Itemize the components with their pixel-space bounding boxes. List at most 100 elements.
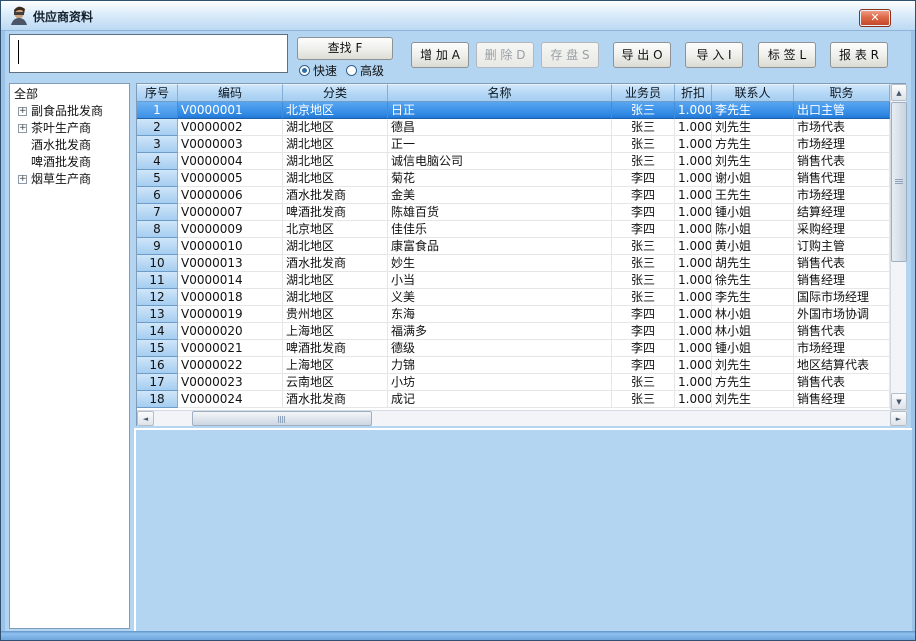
table-cell: 18: [137, 391, 178, 408]
table-row[interactable]: 1V0000001北京地区日正张三1.000李先生出口主管: [137, 102, 890, 119]
table-cell: 李四: [612, 357, 675, 374]
table-row[interactable]: 10V0000013酒水批发商妙生张三1.000胡先生销售代表: [137, 255, 890, 272]
tree-item[interactable]: 酒水批发商: [10, 137, 129, 154]
table-cell: 义美: [388, 289, 612, 306]
table-header: 序号编码分类名称业务员折扣联系人职务: [137, 84, 890, 102]
table-cell: 啤酒批发商: [283, 340, 388, 357]
table-cell: 2: [137, 119, 178, 136]
horizontal-scrollbar[interactable]: ◄ ►: [137, 410, 907, 426]
tree-item[interactable]: 啤酒批发商: [10, 154, 129, 171]
delete-button: 删 除 D: [476, 42, 534, 68]
add-button[interactable]: 增 加 A: [411, 42, 469, 68]
scroll-left-icon[interactable]: ◄: [137, 411, 154, 426]
table-row[interactable]: 6V0000006酒水批发商金美李四1.000王先生市场经理: [137, 187, 890, 204]
table-cell: 销售代表: [794, 323, 890, 340]
table-cell: 小当: [388, 272, 612, 289]
table-cell: 销售经理: [794, 391, 890, 408]
table-cell: 上海地区: [283, 357, 388, 374]
table-cell: 金美: [388, 187, 612, 204]
table-cell: 采购经理: [794, 221, 890, 238]
table-row[interactable]: 4V0000004湖北地区诚信电脑公司张三1.000刘先生销售代表: [137, 153, 890, 170]
column-header[interactable]: 联系人: [712, 84, 794, 102]
table-cell: 刘先生: [712, 119, 794, 136]
table-cell: 锺小姐: [712, 204, 794, 221]
table-row[interactable]: 12V0000018湖北地区义美张三1.000李先生国际市场经理: [137, 289, 890, 306]
tree-item-label: 烟草生产商: [31, 171, 91, 188]
report-button[interactable]: 报 表 R: [830, 42, 888, 68]
horizontal-scroll-thumb[interactable]: [192, 411, 372, 426]
column-header[interactable]: 分类: [283, 84, 388, 102]
vertical-scroll-thumb[interactable]: [891, 102, 907, 262]
table-cell: 市场代表: [794, 119, 890, 136]
expand-plus-icon[interactable]: +: [18, 124, 27, 133]
table-row[interactable]: 2V0000002湖北地区德昌张三1.000刘先生市场代表: [137, 119, 890, 136]
table-cell: V0000024: [178, 391, 283, 408]
tree-root-all[interactable]: 全部: [14, 86, 38, 102]
column-header[interactable]: 名称: [388, 84, 612, 102]
table-cell: 湖北地区: [283, 136, 388, 153]
table-cell: 张三: [612, 391, 675, 408]
label-button[interactable]: 标 签 L: [758, 42, 816, 68]
table-cell: 刘先生: [712, 391, 794, 408]
table-row[interactable]: 3V0000003湖北地区正一张三1.000方先生市场经理: [137, 136, 890, 153]
column-header[interactable]: 序号: [137, 84, 178, 102]
table-cell: 1.000: [675, 357, 712, 374]
table-row[interactable]: 7V0000007啤酒批发商陈雄百货李四1.000锺小姐结算经理: [137, 204, 890, 221]
table-cell: 7: [137, 204, 178, 221]
window-frame-bottom: [1, 631, 916, 640]
table-cell: 林小姐: [712, 323, 794, 340]
table-row[interactable]: 11V0000014湖北地区小当张三1.000徐先生销售经理: [137, 272, 890, 289]
table-cell: 出口主管: [794, 102, 890, 119]
table-cell: 1.000: [675, 255, 712, 272]
search-input[interactable]: [9, 34, 288, 73]
table-cell: V0000023: [178, 374, 283, 391]
tree-item[interactable]: +副食品批发商: [10, 103, 129, 120]
tree-item[interactable]: + 烟草生产商: [10, 171, 129, 188]
table-row[interactable]: 8V0000009北京地区佳佳乐李四1.000陈小姐采购经理: [137, 221, 890, 238]
table-cell: 陈小姐: [712, 221, 794, 238]
export-button[interactable]: 导 出 O: [613, 42, 671, 68]
column-header[interactable]: 业务员: [612, 84, 675, 102]
table-cell: 张三: [612, 374, 675, 391]
table-cell: V0000004: [178, 153, 283, 170]
table-cell: 11: [137, 272, 178, 289]
table-cell: 诚信电脑公司: [388, 153, 612, 170]
table-cell: V0000014: [178, 272, 283, 289]
table-cell: 湖北地区: [283, 289, 388, 306]
import-button[interactable]: 导 入 I: [685, 42, 743, 68]
table-cell: 小坊: [388, 374, 612, 391]
table-cell: 北京地区: [283, 221, 388, 238]
table-row[interactable]: 16V0000022上海地区力锦李四1.000刘先生地区结算代表: [137, 357, 890, 374]
radio-advanced[interactable]: [346, 65, 357, 76]
radio-fast[interactable]: [299, 65, 310, 76]
scroll-right-icon[interactable]: ►: [890, 411, 907, 426]
table-cell: 酒水批发商: [283, 187, 388, 204]
table-row[interactable]: 14V0000020上海地区福满多李四1.000林小姐销售代表: [137, 323, 890, 340]
table-cell: 锺小姐: [712, 340, 794, 357]
close-button[interactable]: ✕: [859, 9, 891, 27]
table-row[interactable]: 18V0000024酒水批发商成记张三1.000刘先生销售经理: [137, 391, 890, 408]
tree-item[interactable]: +茶叶生产商: [10, 120, 129, 137]
vertical-scrollbar[interactable]: ▲ ▼: [890, 84, 906, 410]
table-cell: V0000003: [178, 136, 283, 153]
table-cell: 市场经理: [794, 340, 890, 357]
expand-plus-icon[interactable]: +: [18, 107, 27, 116]
table-cell: 销售代表: [794, 255, 890, 272]
column-header[interactable]: 折扣: [675, 84, 712, 102]
column-header[interactable]: 编码: [178, 84, 283, 102]
scroll-up-icon[interactable]: ▲: [891, 84, 907, 101]
scroll-down-icon[interactable]: ▼: [891, 393, 907, 410]
expand-plus-icon[interactable]: +: [18, 175, 27, 184]
table-cell: 1.000: [675, 323, 712, 340]
table-cell: 1.000: [675, 187, 712, 204]
table-row[interactable]: 5V0000005湖北地区菊花李四1.000谢小姐销售代理: [137, 170, 890, 187]
table-row[interactable]: 17V0000023云南地区小坊张三1.000方先生销售代表: [137, 374, 890, 391]
find-button[interactable]: 查找 F: [297, 37, 393, 60]
table-cell: 菊花: [388, 170, 612, 187]
category-tree: 全部 +副食品批发商+茶叶生产商酒水批发商啤酒批发商 + 烟草生产商: [9, 83, 130, 629]
table-row[interactable]: 13V0000019贵州地区东海李四1.000林小姐外国市场协调: [137, 306, 890, 323]
table-row[interactable]: 9V0000010湖北地区康富食品张三1.000黄小姐订购主管: [137, 238, 890, 255]
column-header[interactable]: 职务: [794, 84, 890, 102]
table-row[interactable]: 15V0000021啤酒批发商德级李四1.000锺小姐市场经理: [137, 340, 890, 357]
table-cell: 湖北地区: [283, 170, 388, 187]
